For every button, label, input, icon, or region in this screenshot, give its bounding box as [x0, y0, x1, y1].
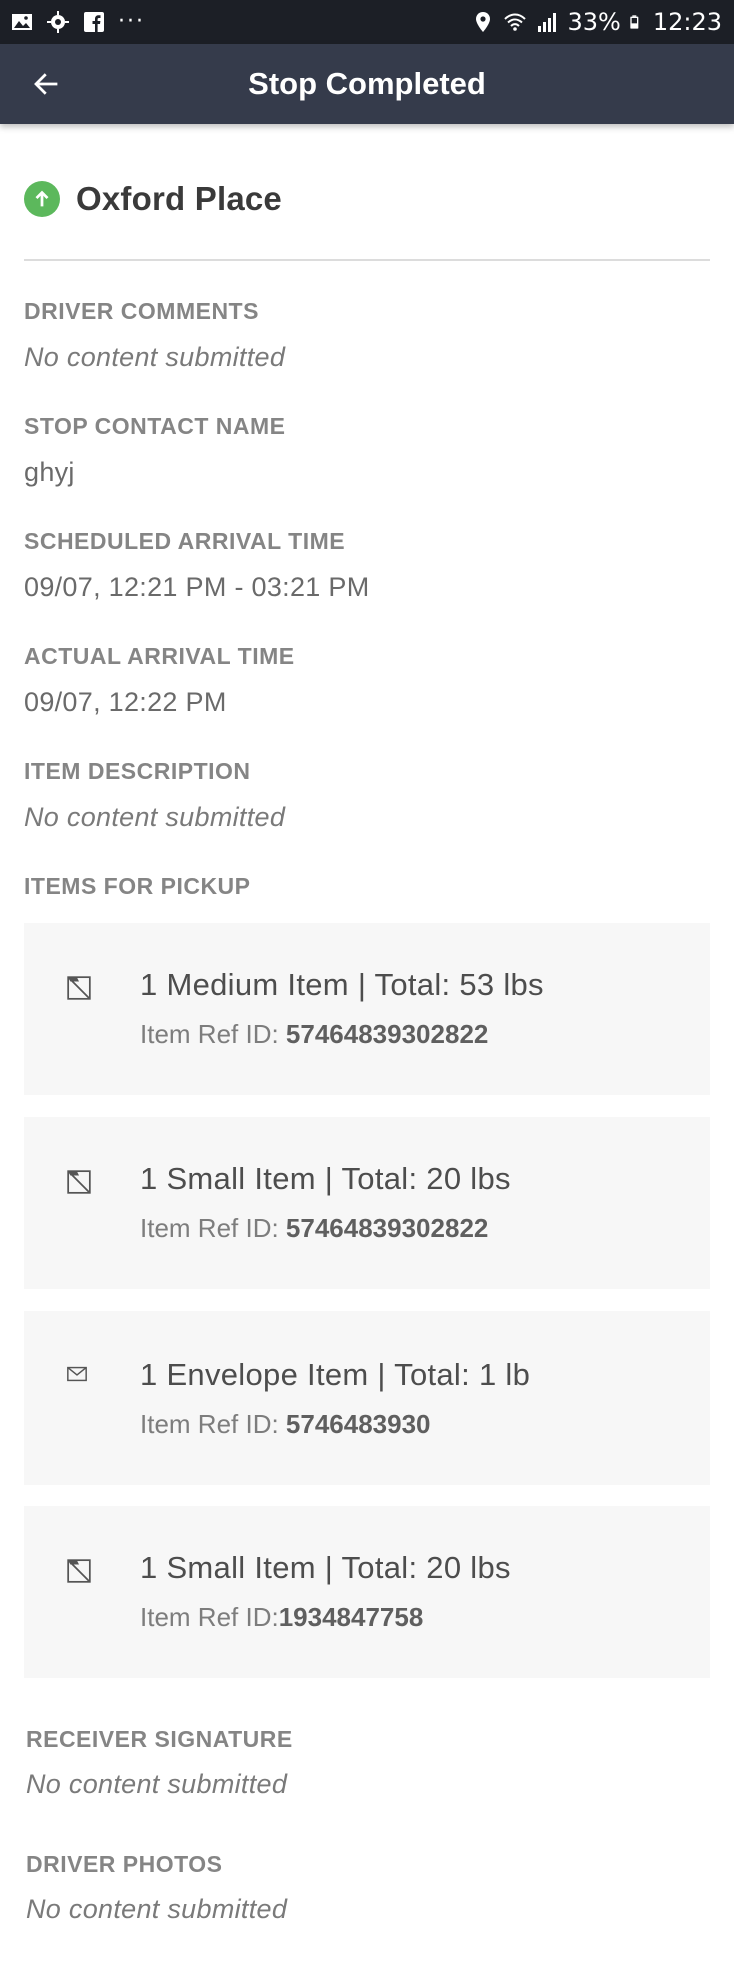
clock: 12:23: [652, 8, 722, 36]
item-card: 1 Small Item | Total: 20 lbs Item Ref ID…: [24, 1506, 710, 1678]
divider: [24, 259, 710, 261]
actual-arrival-time-label: ACTUAL ARRIVAL TIME: [24, 643, 295, 669]
more-dots-icon: ···: [118, 9, 145, 34]
item-title: 1 Small Item | Total: 20 lbs: [140, 1550, 511, 1585]
stop-header: Oxford Place: [24, 180, 282, 218]
back-button[interactable]: [22, 60, 70, 108]
item-ref-label: Item Ref ID:: [140, 1019, 286, 1049]
item-ref-id: 1934847758: [278, 1602, 424, 1632]
item-title: 1 Envelope Item | Total: 1 lb: [140, 1357, 531, 1392]
status-right-icons: 33% 12:23: [471, 6, 722, 38]
item-title: 1 Small Item | Total: 20 lbs: [140, 1161, 511, 1196]
scheduled-arrival-time-value: 09/07, 12:21 PM - 03:21 PM: [24, 572, 370, 602]
actual-arrival-time-value: 09/07, 12:22 PM: [24, 687, 227, 717]
location-target-icon: [47, 11, 69, 33]
page-title: Stop Completed: [248, 66, 486, 101]
item-ref-label: Item Ref ID:: [140, 1213, 286, 1243]
item-ref: Item Ref ID: 57464839302822: [140, 1213, 488, 1244]
item-ref-id: 57464839302822: [285, 1019, 489, 1049]
item-ref-label: Item Ref ID:: [140, 1409, 286, 1439]
gallery-icon: [12, 14, 32, 30]
item-description-label: ITEM DESCRIPTION: [24, 758, 251, 784]
facebook-icon: [84, 12, 104, 32]
signal-icon: [538, 13, 557, 32]
app-bar: Stop Completed: [0, 44, 734, 124]
battery-percent: 33%: [567, 8, 621, 36]
envelope-icon: [67, 1366, 87, 1382]
stop-contact-name-label: STOP CONTACT NAME: [24, 413, 286, 439]
item-ref-id: 5746483930: [285, 1409, 431, 1439]
stop-name: Oxford Place: [76, 180, 282, 217]
driver-photos-value: No content submitted: [26, 1894, 288, 1924]
item-ref-label: Item Ref ID:: [140, 1602, 279, 1632]
status-left-icons: ···: [10, 8, 145, 36]
item-card: 1 Small Item | Total: 20 lbs Item Ref ID…: [24, 1117, 710, 1289]
package-icon: [67, 976, 91, 1000]
pickup-arrow-up-icon: [24, 181, 60, 217]
item-card: 1 Envelope Item | Total: 1 lb Item Ref I…: [24, 1311, 710, 1485]
location-pin-icon: [476, 12, 491, 32]
item-ref: Item Ref ID: 57464839302822: [140, 1019, 488, 1050]
item-ref: Item Ref ID:1934847758: [140, 1602, 423, 1633]
package-icon: [67, 1559, 91, 1583]
receiver-signature-label: RECEIVER SIGNATURE: [26, 1726, 293, 1752]
item-card: 1 Medium Item | Total: 53 lbs Item Ref I…: [24, 923, 710, 1095]
receiver-signature-value: No content submitted: [26, 1769, 288, 1799]
arrow-left-icon: [34, 73, 58, 95]
driver-comments-value: No content submitted: [24, 342, 286, 372]
driver-photos-label: DRIVER PHOTOS: [26, 1851, 223, 1877]
status-bar: ··· 33% 12:23: [0, 0, 734, 44]
items-for-pickup-label: ITEMS FOR PICKUP: [24, 873, 251, 899]
item-title: 1 Medium Item | Total: 53 lbs: [140, 967, 544, 1002]
driver-comments-label: DRIVER COMMENTS: [24, 298, 259, 324]
battery-icon: [630, 15, 639, 29]
wifi-icon: [504, 13, 527, 31]
scheduled-arrival-time-label: SCHEDULED ARRIVAL TIME: [24, 528, 346, 554]
package-icon: [67, 1170, 91, 1194]
item-ref-id: 57464839302822: [285, 1213, 489, 1243]
item-description-value: No content submitted: [24, 802, 286, 832]
item-ref: Item Ref ID: 5746483930: [140, 1409, 431, 1440]
stop-contact-name-value: ghyj: [24, 457, 75, 487]
